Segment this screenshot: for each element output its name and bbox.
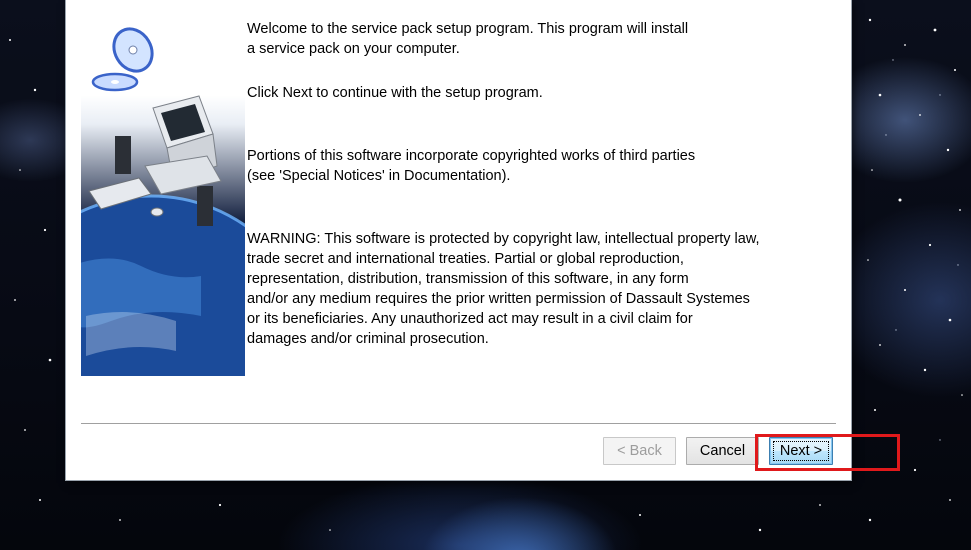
- third-party-notice-line: Portions of this software incorporate co…: [247, 148, 696, 164]
- setup-dialog: Welcome to the service pack setup progra…: [66, 0, 851, 480]
- click-next-text-line: Click Next to continue with the setup pr…: [247, 85, 543, 101]
- setup-side-image: [81, 16, 245, 376]
- welcome-text: Welcome to the service pack setup progra…: [247, 19, 847, 59]
- side-art-illustration: [81, 27, 245, 376]
- cancel-button[interactable]: Cancel: [686, 437, 759, 465]
- cd-disc-icon: [91, 72, 139, 92]
- copyright-warning-line: damages and/or criminal prosecution.: [247, 331, 489, 347]
- copyright-warning-line: trade secret and international treaties.…: [247, 251, 684, 267]
- speaker-icon: [197, 186, 213, 226]
- copyright-warning-line: and/or any medium requires the prior wri…: [247, 291, 750, 307]
- computer-monitor-icon: [144, 95, 222, 195]
- button-area-divider: [81, 423, 836, 425]
- third-party-notice-text: Portions of this software incorporate co…: [247, 146, 847, 186]
- welcome-text-line: Welcome to the service pack setup progra…: [247, 21, 689, 37]
- back-button[interactable]: < Back: [603, 437, 676, 465]
- third-party-notice-line: (see 'Special Notices' in Documentation)…: [247, 168, 511, 184]
- welcome-text-line: a service pack on your computer.: [247, 41, 460, 57]
- copyright-warning-line: WARNING: This software is protected by c…: [247, 231, 760, 247]
- copyright-warning-text: WARNING: This software is protected by c…: [247, 229, 847, 349]
- copyright-warning-line: representation, distribution, transmissi…: [247, 271, 689, 287]
- speaker-icon: [115, 136, 131, 174]
- cd-disc-icon: [112, 27, 154, 73]
- click-next-text: Click Next to continue with the setup pr…: [247, 83, 847, 103]
- copyright-warning-line: or its beneficiaries. Any unauthorized a…: [247, 311, 693, 327]
- mouse-icon: [150, 207, 164, 217]
- next-button-highlight: [755, 434, 900, 471]
